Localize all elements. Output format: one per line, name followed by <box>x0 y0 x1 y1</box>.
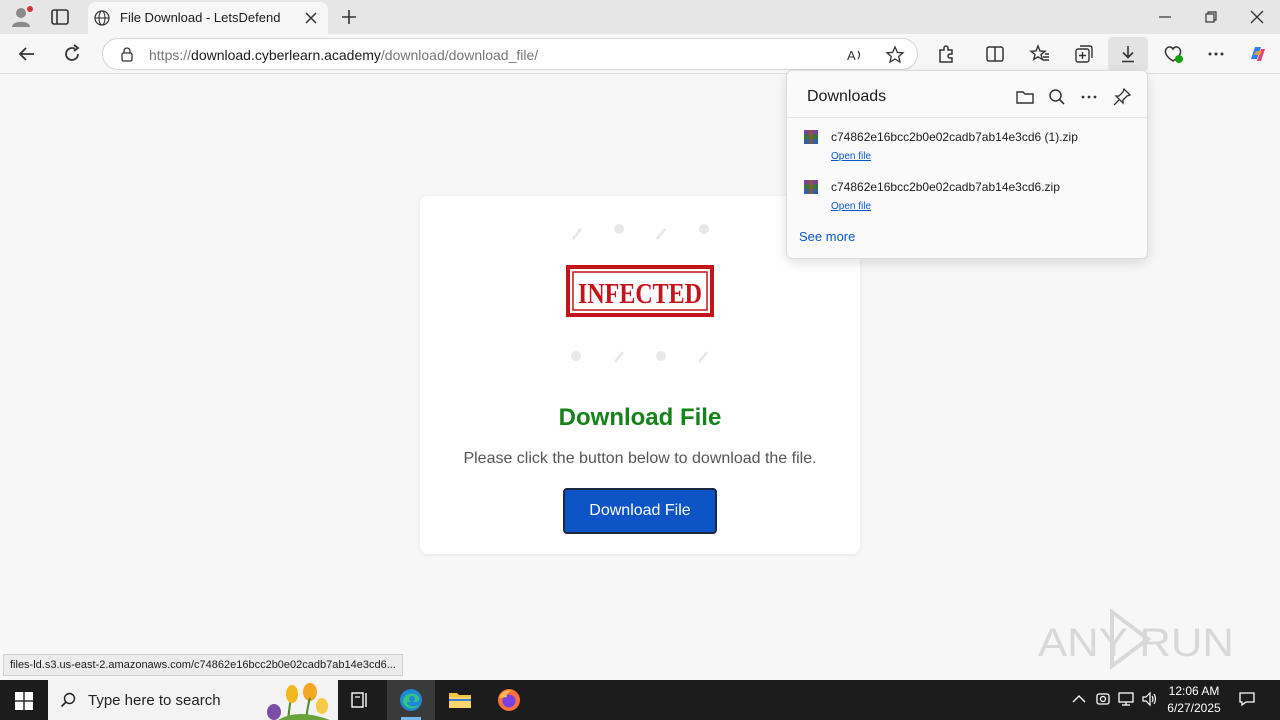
download-filename: c74862e16bcc2b0e02cadb7ab14e3cd6.zip <box>831 180 1060 194</box>
favorite-star-icon[interactable] <box>885 45 905 65</box>
search-highlight-illustration <box>267 683 330 720</box>
new-tab-icon[interactable] <box>340 8 358 26</box>
profile-icon[interactable] <box>10 6 34 28</box>
svg-text:A: A <box>847 48 856 63</box>
search-icon <box>60 692 76 708</box>
clock-time: 12:06 AM <box>1168 684 1220 698</box>
folder-icon <box>449 693 471 708</box>
address-bar[interactable]: https://download.cyberlearn.academy/down… <box>102 38 918 70</box>
taskbar: Type here to search 12:06 AM 6/27/2025 <box>0 680 1280 720</box>
network-icon[interactable] <box>1117 690 1135 708</box>
search-downloads-icon[interactable] <box>1047 87 1067 107</box>
downloads-panel: Downloads c74862e16bcc2b0e02cadb7ab14e3c… <box>786 70 1148 259</box>
tab-file-download[interactable]: File Download - LetsDefend <box>88 2 328 34</box>
download-filename: c74862e16bcc2b0e02cadb7ab14e3cd6 (1).zip <box>831 130 1078 144</box>
show-hidden-icons-icon[interactable] <box>1070 690 1088 708</box>
firefox-icon <box>498 689 520 711</box>
zip-archive-icon <box>804 180 818 194</box>
split-screen-icon[interactable] <box>984 43 1006 65</box>
taskbar-file-explorer[interactable] <box>436 680 484 720</box>
open-file-link[interactable]: Open file <box>831 151 871 162</box>
restore-icon[interactable] <box>1202 8 1220 26</box>
browser-toolbar: https://download.cyberlearn.academy/down… <box>0 34 1280 74</box>
clock-date: 6/27/2025 <box>1167 701 1221 715</box>
see-more-link[interactable]: See more <box>799 229 855 244</box>
page-description: Please click the button below to downloa… <box>463 450 817 467</box>
status-link-preview: files-ld.s3.us-east-2.amazonaws.com/c748… <box>3 654 403 676</box>
browser-essentials-icon[interactable] <box>1162 43 1184 65</box>
taskbar-search[interactable]: Type here to search <box>48 680 338 720</box>
meet-now-icon[interactable] <box>1094 690 1112 708</box>
infected-stamp-image: INFECTED <box>566 224 714 363</box>
download-icon <box>1122 46 1134 63</box>
zip-archive-icon <box>804 130 818 144</box>
page-title: Download File <box>558 404 722 431</box>
open-file-link[interactable]: Open file <box>831 201 871 212</box>
tab-actions-icon[interactable] <box>50 8 70 26</box>
copilot-icon[interactable] <box>1247 43 1269 65</box>
divider <box>787 117 1147 118</box>
downloads-title: Downloads <box>807 88 887 105</box>
watermark-text: ANY RUN <box>1038 621 1234 665</box>
tab-title: File Download - LetsDefend <box>120 10 281 25</box>
lock-icon[interactable] <box>119 46 135 62</box>
extensions-icon[interactable] <box>936 43 958 65</box>
favorites-icon[interactable] <box>1029 43 1051 65</box>
taskbar-firefox[interactable] <box>485 680 533 720</box>
edge-icon <box>400 689 422 711</box>
pin-icon[interactable] <box>1112 87 1132 107</box>
more-options-icon[interactable] <box>1205 43 1227 65</box>
system-clock[interactable]: 12:06 AM 6/27/2025 <box>1162 683 1226 717</box>
stamp-text: INFECTED <box>578 278 702 310</box>
start-button[interactable] <box>0 680 48 720</box>
task-view-button[interactable] <box>336 680 384 720</box>
tab-bar: File Download - LetsDefend <box>0 0 1280 34</box>
downloads-button[interactable] <box>1108 37 1148 71</box>
refresh-icon[interactable] <box>61 43 83 65</box>
collections-icon[interactable] <box>1073 43 1095 65</box>
volume-icon[interactable] <box>1141 690 1159 708</box>
anyrun-watermark: ANY RUN <box>1038 608 1234 670</box>
windows-logo-icon <box>15 692 33 710</box>
notifications-icon[interactable] <box>1238 690 1256 708</box>
read-aloud-icon[interactable]: A <box>845 45 865 65</box>
url-text[interactable]: https://download.cyberlearn.academy/down… <box>149 47 538 63</box>
close-tab-icon[interactable] <box>304 11 318 25</box>
back-icon[interactable] <box>16 43 38 65</box>
open-folder-icon[interactable] <box>1015 87 1035 107</box>
minimize-icon[interactable] <box>1156 8 1174 26</box>
download-item[interactable]: c74862e16bcc2b0e02cadb7ab14e3cd6.zip Ope… <box>787 175 1147 219</box>
more-downloads-options-icon[interactable] <box>1079 87 1099 107</box>
close-window-icon[interactable] <box>1248 8 1266 26</box>
globe-icon <box>94 10 110 26</box>
search-placeholder: Type here to search <box>88 692 221 709</box>
taskbar-edge[interactable] <box>387 680 435 720</box>
download-item[interactable]: c74862e16bcc2b0e02cadb7ab14e3cd6 (1).zip… <box>787 125 1147 169</box>
download-file-button[interactable]: Download File <box>563 488 717 534</box>
task-view-icon <box>351 692 367 708</box>
